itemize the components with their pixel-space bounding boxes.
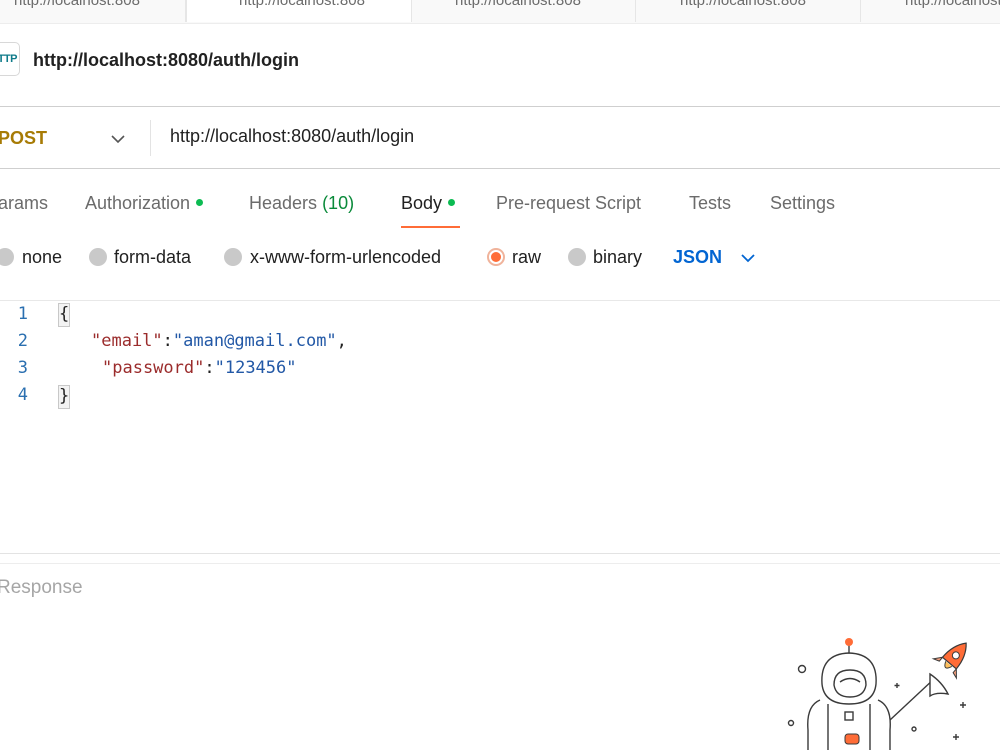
request-tab-label: http://localhost:808 [905,0,1000,9]
close-brace[interactable]: } [58,385,70,409]
status-dot-icon [448,199,456,206]
active-tab-indicator [401,226,460,228]
radio-urlencoded[interactable] [224,248,242,266]
json-value: "aman@gmail.com" [172,331,337,351]
request-tab[interactable]: http://localhost:808 [861,0,1000,22]
request-tab-label: http://localhost:808 [14,0,140,9]
tab-settings[interactable]: Settings [770,193,835,214]
status-dot-icon [196,199,204,206]
divider [0,553,1000,554]
line-number: 1 [17,304,28,324]
request-tab[interactable]: http://localhost:808 [0,0,186,22]
radio-binary[interactable] [568,248,586,266]
line-number: 4 [17,385,28,405]
divider [0,563,1000,564]
radio-none[interactable] [0,248,14,266]
headers-count: (10) [322,193,355,213]
json-key: "email" [91,331,163,351]
http-request-icon: HTTP [0,42,20,76]
code-line-password[interactable]: "password":"123456" [102,358,297,378]
http-badge-text: HTTP [0,53,17,65]
json-colon: : [162,331,173,351]
request-tab-label: http://localhost:808 [455,0,581,9]
astronaut-rocket-illustration-icon [787,638,967,750]
json-comma: , [336,331,347,351]
json-key: "password" [102,358,205,378]
option-binary-label[interactable]: binary [593,247,642,268]
divider [0,168,1000,169]
tab-strip: http://localhost:808 http://localhost:80… [0,0,1000,24]
json-value: "123456" [214,358,297,378]
request-tab-active[interactable]: http://localhost:808 [186,0,412,22]
tab-body-label: Body [401,193,443,213]
option-urlencoded-label[interactable]: x-www-form-urlencoded [250,247,441,268]
code-line-email[interactable]: "email":"aman@gmail.com", [91,331,347,351]
request-tab[interactable]: http://localhost:808 [411,0,636,22]
request-tab-label: http://localhost:808 [680,0,806,9]
tab-headers-label: Headers [249,193,318,213]
option-none-label[interactable]: none [22,247,62,268]
tab-authorization-label: Authorization [85,193,191,213]
response-label: Response [0,577,83,598]
tab-params[interactable]: Params [0,193,48,214]
format-select[interactable]: JSON [673,247,722,268]
radio-raw[interactable] [487,248,505,266]
option-form-data-label[interactable]: form-data [114,247,191,268]
chevron-down-icon[interactable] [110,131,126,147]
tab-body[interactable]: Body [401,193,456,214]
request-tab-label: http://localhost:808 [239,0,365,9]
option-raw-label[interactable]: raw [512,247,541,268]
line-number: 2 [17,331,28,351]
tab-authorization[interactable]: Authorization [85,193,204,214]
line-number: 3 [17,358,28,378]
radio-form-data[interactable] [89,248,107,266]
request-tab[interactable]: http://localhost:808 [636,0,861,22]
tab-tests[interactable]: Tests [689,193,731,214]
divider [150,120,151,156]
divider [0,300,1000,301]
open-brace[interactable]: { [58,303,70,327]
method-select[interactable]: POST [0,128,47,149]
url-input[interactable]: http://localhost:8080/auth/login [170,126,414,147]
tab-prerequest-script[interactable]: Pre-request Script [496,193,641,214]
request-name[interactable]: http://localhost:8080/auth/login [33,50,299,71]
json-colon: : [204,358,215,378]
tab-headers[interactable]: Headers (10) [249,193,354,214]
chevron-down-icon[interactable] [740,250,756,266]
